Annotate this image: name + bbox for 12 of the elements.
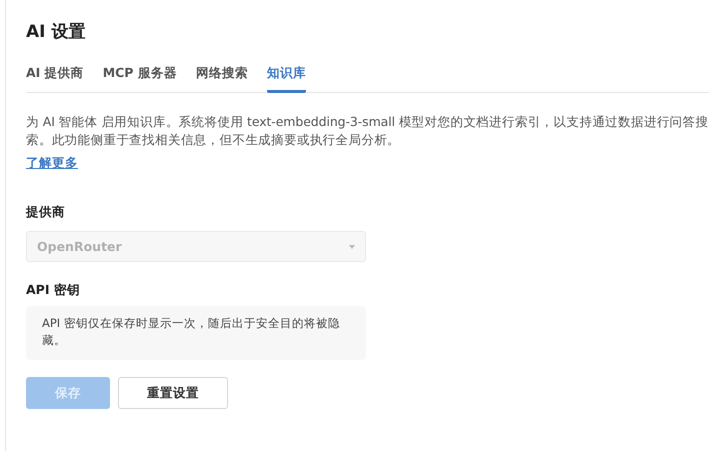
learn-more-link[interactable]: 了解更多 — [26, 155, 78, 172]
caret-down-icon — [349, 244, 355, 248]
tab[interactable]: 知识库 — [266, 65, 306, 93]
api-key-label: API 密钥 — [26, 282, 81, 299]
tab[interactable]: 网络搜索 — [196, 65, 248, 93]
description-text: 为 AI 智能体 启用知识库。系统将使用 text-embedding-3-small 模型对您的文档进行索引，以支持通过数据进行问答搜索。此功能侧重于查找相关信息，但不生成摘要或执行全局分析。 — [26, 113, 709, 149]
provider-label: 提供商 — [26, 204, 66, 221]
reset-button[interactable]: 重置设置 — [118, 377, 228, 409]
page-title: AI 设置 — [26, 21, 86, 44]
tab[interactable]: AI 提供商 — [26, 65, 84, 93]
tab[interactable]: MCP 服务器 — [102, 65, 177, 93]
api-key-notice: API 密钥仅在保存时显示一次，随后出于安全目的将被隐藏。 — [26, 306, 366, 360]
